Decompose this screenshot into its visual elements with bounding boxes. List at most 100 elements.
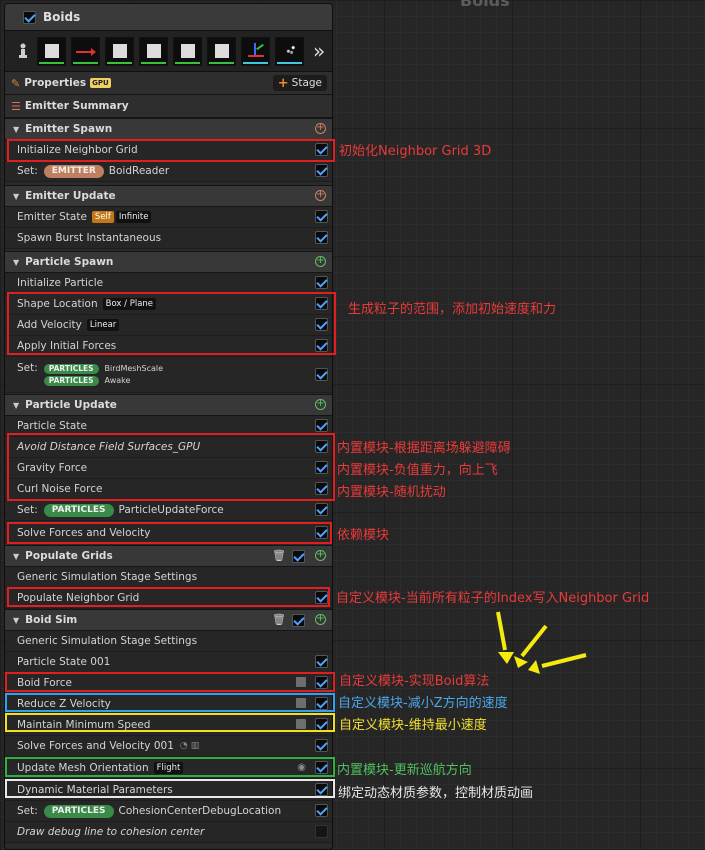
module-boid-force[interactable]: Boid Force bbox=[5, 673, 332, 694]
section-emitter-update[interactable]: ▼ Emitter Update + bbox=[5, 185, 332, 207]
module-enabled-checkbox[interactable] bbox=[315, 318, 328, 331]
module-initialize-neighbor-grid[interactable]: Initialize Neighbor Grid bbox=[5, 140, 332, 161]
module-solve-forces[interactable]: Solve Forces and Velocity bbox=[5, 523, 332, 544]
add-stage-button[interactable]: + Stage bbox=[272, 75, 327, 91]
module-apply-initial-forces[interactable]: Apply Initial Forces bbox=[5, 336, 332, 357]
module-avoid-distance-field[interactable]: Avoid Distance Field Surfaces_GPU bbox=[5, 437, 332, 458]
module-curl-noise-force[interactable]: Curl Noise Force bbox=[5, 479, 332, 500]
annotation-note: 初始化Neighbor Grid 3D bbox=[339, 144, 492, 159]
module-populate-neighbor-grid[interactable]: Populate Neighbor Grid bbox=[5, 588, 332, 609]
module-label: Initialize Particle bbox=[17, 277, 104, 289]
module-enabled-checkbox[interactable] bbox=[315, 164, 328, 177]
emitter-summary-bar[interactable]: ☰ Emitter Summary bbox=[5, 95, 332, 118]
module-maintain-minimum-speed[interactable]: Maintain Minimum Speed bbox=[5, 715, 332, 736]
module-enabled-checkbox[interactable] bbox=[315, 761, 328, 774]
module-enabled-checkbox[interactable] bbox=[315, 440, 328, 453]
module-shape-location[interactable]: Shape Location Box / Plane bbox=[5, 294, 332, 315]
trash-icon[interactable]: 🗑 bbox=[272, 613, 286, 626]
trash-icon[interactable]: 🗑 bbox=[272, 549, 286, 562]
module-enabled-checkbox[interactable] bbox=[315, 697, 328, 710]
module-gravity-force[interactable]: Gravity Force bbox=[5, 458, 332, 479]
thumbnail-particles[interactable] bbox=[275, 36, 304, 66]
stage-enabled-checkbox[interactable] bbox=[292, 550, 305, 563]
eye-icon[interactable]: ◉ bbox=[297, 762, 306, 773]
section-boid-sim[interactable]: ▼ Boid Sim 🗑 + bbox=[5, 609, 332, 631]
module-enabled-checkbox[interactable] bbox=[315, 804, 328, 817]
module-generic-sim-settings[interactable]: Generic Simulation Stage Settings bbox=[5, 631, 332, 652]
collapse-caret-icon[interactable]: ▼ bbox=[13, 552, 19, 561]
module-enabled-checkbox[interactable] bbox=[315, 718, 328, 731]
collapse-caret-icon[interactable]: ▼ bbox=[13, 401, 19, 410]
module-particle-state[interactable]: Particle State bbox=[5, 416, 332, 437]
add-module-icon[interactable]: + bbox=[315, 123, 326, 134]
module-add-velocity[interactable]: Add Velocity Linear bbox=[5, 315, 332, 336]
module-spawn-burst[interactable]: Spawn Burst Instantaneous bbox=[5, 228, 332, 249]
module-label: Reduce Z Velocity bbox=[17, 698, 111, 710]
add-module-icon[interactable]: + bbox=[315, 256, 326, 267]
section-particle-update[interactable]: ▼ Particle Update + bbox=[5, 394, 332, 416]
edit-icon[interactable] bbox=[296, 698, 306, 708]
module-enabled-checkbox[interactable] bbox=[315, 482, 328, 495]
section-populate-grids[interactable]: ▼ Populate Grids 🗑 + bbox=[5, 545, 332, 567]
module-enabled-checkbox[interactable] bbox=[315, 591, 328, 604]
add-module-icon[interactable]: + bbox=[315, 614, 326, 625]
collapse-caret-icon[interactable]: ▼ bbox=[13, 125, 19, 134]
more-icon[interactable]: » bbox=[313, 39, 325, 63]
module-enabled-checkbox[interactable] bbox=[315, 526, 328, 539]
module-enabled-checkbox[interactable] bbox=[315, 676, 328, 689]
collapse-caret-icon[interactable]: ▼ bbox=[13, 616, 19, 625]
thumbnail-sprite[interactable] bbox=[105, 36, 134, 66]
add-module-icon[interactable]: + bbox=[315, 190, 326, 201]
module-set-cohesion-debug[interactable]: Set: PARTICLES CohesionCenterDebugLocati… bbox=[5, 801, 332, 822]
edit-icon[interactable] bbox=[296, 719, 306, 729]
module-solve-forces-001[interactable]: Solve Forces and Velocity 001 ◔ ▥ bbox=[5, 736, 332, 757]
module-particle-state-001[interactable]: Particle State 001 bbox=[5, 652, 332, 673]
module-draw-debug-line[interactable]: Draw debug line to cohesion center bbox=[5, 822, 332, 843]
flight-tag: Flight bbox=[153, 762, 184, 774]
section-title: Particle Update bbox=[25, 399, 117, 411]
thumbnail-sprite[interactable] bbox=[207, 36, 236, 66]
section-title: Emitter Update bbox=[25, 190, 116, 202]
module-update-mesh-orientation[interactable]: Update Mesh Orientation Flight ◉ bbox=[5, 758, 332, 779]
emitter-node[interactable]: Boids » ✎ Properties GPU + Stage ☰ Emitt… bbox=[4, 3, 333, 850]
emitter-enabled-checkbox[interactable] bbox=[23, 10, 36, 24]
module-set-boid-reader[interactable]: Set: EMITTER BoidReader bbox=[5, 161, 332, 182]
thumbnail-sprite[interactable] bbox=[139, 36, 168, 66]
module-enabled-checkbox[interactable] bbox=[315, 143, 328, 156]
section-particle-spawn[interactable]: ▼ Particle Spawn + bbox=[5, 251, 332, 273]
stage-enabled-checkbox[interactable] bbox=[292, 614, 305, 627]
section-emitter-spawn[interactable]: ▼ Emitter Spawn + bbox=[5, 118, 332, 140]
module-initialize-particle[interactable]: Initialize Particle bbox=[5, 273, 332, 294]
module-set-update-force[interactable]: Set: PARTICLES ParticleUpdateForce bbox=[5, 500, 332, 521]
module-enabled-checkbox[interactable] bbox=[315, 739, 328, 752]
module-enabled-checkbox[interactable] bbox=[315, 368, 328, 381]
emitter-header[interactable]: Boids bbox=[5, 4, 332, 31]
module-enabled-checkbox[interactable] bbox=[315, 419, 328, 432]
module-enabled-checkbox[interactable] bbox=[315, 503, 328, 516]
module-enabled-checkbox[interactable] bbox=[315, 297, 328, 310]
add-module-icon[interactable]: + bbox=[315, 399, 326, 410]
module-enabled-checkbox[interactable] bbox=[315, 783, 328, 796]
thumbnail-sprite[interactable] bbox=[37, 36, 66, 66]
thumbnail-velocity[interactable] bbox=[71, 36, 100, 66]
module-reduce-z-velocity[interactable]: Reduce Z Velocity bbox=[5, 694, 332, 715]
module-set-particles[interactable]: Set: PARTICLES BirdMeshScale PARTICLES A… bbox=[5, 357, 332, 393]
module-enabled-checkbox[interactable] bbox=[315, 210, 328, 223]
properties-bar[interactable]: ✎ Properties GPU + Stage bbox=[5, 72, 332, 95]
module-enabled-checkbox[interactable] bbox=[315, 231, 328, 244]
collapse-caret-icon[interactable]: ▼ bbox=[13, 258, 19, 267]
module-generic-sim-settings[interactable]: Generic Simulation Stage Settings bbox=[5, 567, 332, 588]
person-icon[interactable] bbox=[14, 40, 32, 62]
module-enabled-checkbox[interactable] bbox=[315, 825, 328, 838]
module-emitter-state[interactable]: Emitter State Self Infinite bbox=[5, 207, 332, 228]
module-enabled-checkbox[interactable] bbox=[315, 339, 328, 352]
thumbnail-axes[interactable] bbox=[241, 36, 270, 66]
edit-icon[interactable] bbox=[296, 677, 306, 687]
module-enabled-checkbox[interactable] bbox=[315, 655, 328, 668]
module-enabled-checkbox[interactable] bbox=[315, 461, 328, 474]
module-enabled-checkbox[interactable] bbox=[315, 276, 328, 289]
collapse-caret-icon[interactable]: ▼ bbox=[13, 192, 19, 201]
add-module-icon[interactable]: + bbox=[315, 550, 326, 561]
thumbnail-sprite[interactable] bbox=[173, 36, 202, 66]
module-dynamic-material-parameters[interactable]: Dynamic Material Parameters bbox=[5, 780, 332, 801]
